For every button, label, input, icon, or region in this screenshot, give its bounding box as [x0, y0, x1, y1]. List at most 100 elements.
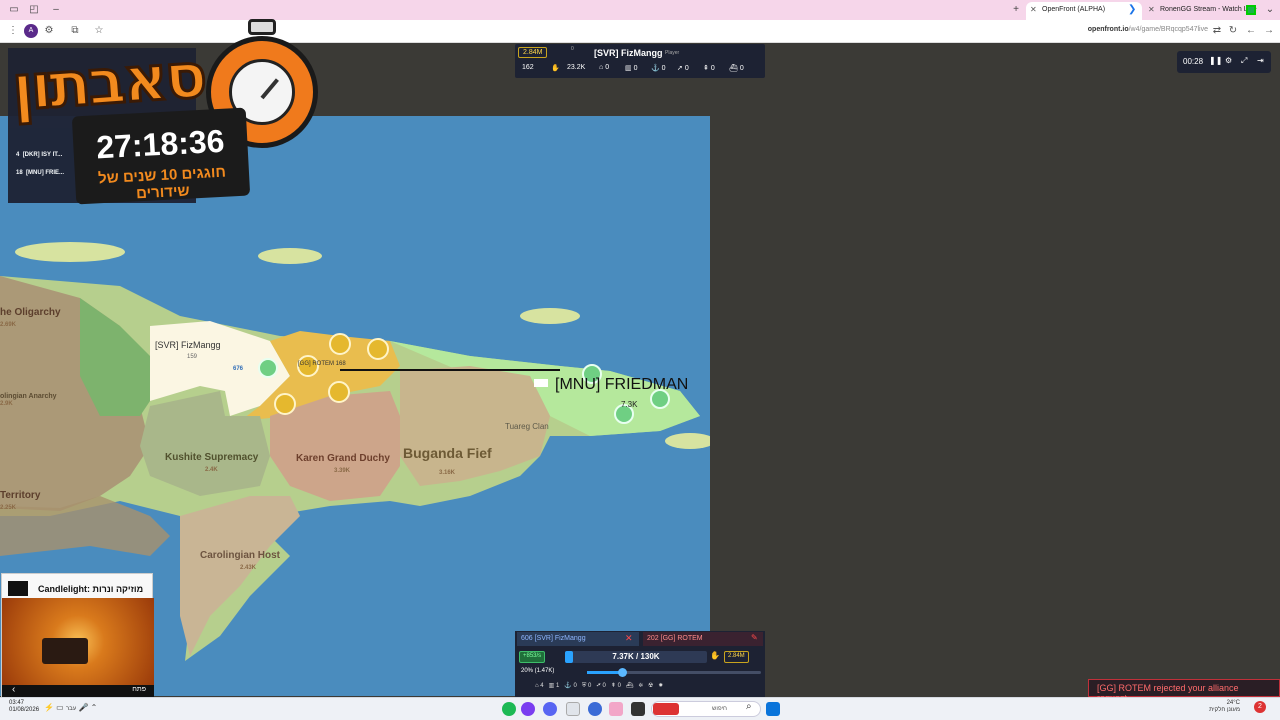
attack-ratio-slider-handle[interactable] — [617, 668, 627, 677]
build-port-button[interactable]: ▥ 1 — [549, 683, 560, 689]
attack-troop-count: 676 — [233, 366, 244, 372]
player-role: Player — [665, 50, 680, 56]
boat-icon[interactable] — [534, 379, 548, 387]
troops-icon: ✋ — [551, 65, 560, 72]
tab-ronengg[interactable]: ✕ RonenGG Stream - Watch Live — [1144, 2, 1260, 20]
fullscreen-icon[interactable]: ⤢ — [1241, 56, 1247, 66]
media-thumbnail[interactable] — [2, 598, 154, 685]
url-path: /w4/game/BRqcqp547live — [1128, 26, 1208, 33]
troops-small-label: 0 — [571, 46, 574, 52]
search-icon[interactable]: ⌕ — [746, 701, 752, 712]
gold-badge: 2.84M — [518, 47, 548, 58]
tab-label: OpenFront (ALPHA) — [1042, 6, 1106, 13]
browser-app-icon[interactable] — [609, 702, 623, 716]
map-label-kushite: Kushite Supremacy 2.4K — [165, 452, 259, 473]
troops-count: 23.2K — [567, 64, 586, 71]
open-button[interactable]: פתח — [132, 686, 146, 693]
defense-post-icon[interactable] — [274, 393, 296, 415]
notification-badge[interactable]: 2 — [1254, 701, 1266, 713]
browser-tab-bar: ▭ ◰ – + ✕ OpenFront (ALPHA) ❯ ✕ RonenGG … — [0, 0, 1280, 20]
defense-post-icon[interactable] — [329, 333, 351, 355]
forward-icon[interactable]: → — [1262, 24, 1276, 38]
countdown: 27:18:36 — [95, 122, 226, 166]
clock[interactable]: 03:47 01/08/2026 — [9, 700, 39, 714]
defense-post-icon[interactable] — [367, 338, 389, 360]
more-icon[interactable]: ⋮ — [6, 24, 20, 38]
leaderboard-row[interactable]: 4 [DKR] ISY IT... — [16, 152, 62, 158]
sam-icon[interactable]: ✲ — [639, 683, 643, 689]
close-tab-icon[interactable]: ✕ — [1148, 5, 1155, 14]
settings-icon[interactable]: ⚙ — [1225, 56, 1232, 65]
edge-icon[interactable] — [588, 702, 602, 716]
restore-icon[interactable]: ◰ — [26, 3, 42, 17]
extensions-icon[interactable]: ⚙ — [42, 24, 56, 38]
close-tab-icon[interactable]: ✕ — [1030, 5, 1037, 14]
media-widget[interactable]: Candlelight: מוזיקה ונרות ‹ פתח — [1, 573, 154, 697]
favorite-icon[interactable]: ☆ — [92, 24, 106, 38]
tabs-icon[interactable]: ⧉ — [68, 24, 82, 38]
city-icon[interactable] — [258, 358, 278, 378]
map-label-territory: Territory 2.25K — [0, 490, 41, 511]
build-silo-button[interactable]: ⇞ 0 — [611, 683, 621, 689]
build-city-button[interactable]: ⌂ 4 — [535, 683, 544, 689]
address-bar[interactable]: openfront.io/w4/game/BRqcqp547live — [1088, 26, 1208, 33]
island — [15, 242, 125, 262]
leaderboard-row[interactable]: 18 [MNU] FRIE... — [16, 170, 64, 176]
profile-icon[interactable]: A — [24, 24, 38, 38]
target-player-header[interactable]: 202 [GG] ROTEM — [643, 632, 763, 646]
tab-label: RonenGG Stream - Watch Live — [1160, 6, 1257, 13]
map-label-friedman[interactable]: [MNU] FRIEDMAN 7.3K — [555, 376, 688, 412]
map-label-tuareg: Tuareg Clan — [505, 422, 549, 431]
terminal-icon[interactable] — [631, 702, 645, 716]
build-menu: ⌂ 4 ▥ 1 ⚓ 0 ⛨ 0 ➚ 0 ⇞ 0 ⛴ ✲ ☢ ✹ — [535, 682, 663, 690]
url-host: openfront.io — [1087, 26, 1129, 33]
start-icon[interactable] — [766, 702, 780, 716]
build-anchor-button[interactable]: ⚓ 0 — [564, 683, 576, 689]
media-title: Candlelight: מוזיקה ונרות — [38, 584, 144, 594]
tab-list-icon[interactable]: ⌄ — [1262, 3, 1278, 17]
previous-icon[interactable]: ‹ — [12, 684, 15, 695]
build-defense-button[interactable]: ⛨ 0 — [582, 683, 592, 689]
media-logo-icon — [8, 581, 28, 596]
map-label-buganda: Buganda Fief 3.16K — [403, 445, 492, 476]
bomb-icon[interactable]: ✹ — [658, 683, 663, 689]
map-label-rotem[interactable]: [GG] ROTEM 168 — [298, 361, 346, 367]
build-missile-button[interactable]: ➚ 0 — [596, 683, 606, 689]
piano-silhouette — [42, 638, 88, 664]
window-menu-icon[interactable]: ▭ — [6, 3, 22, 17]
warship-count: ⛴ 0 — [729, 65, 744, 72]
tray-icons[interactable]: ⚡ ▭ עבר 🎤 ⌃ — [44, 703, 97, 712]
tab-openfront[interactable]: ✕ OpenFront (ALPHA) — [1026, 2, 1142, 20]
reload-icon[interactable]: ↻ — [1226, 24, 1240, 38]
spotify-icon[interactable] — [502, 702, 516, 716]
back-icon[interactable]: ← — [1244, 24, 1258, 38]
edit-icon[interactable]: ✎ — [751, 633, 758, 642]
attack-ratio-label: 20% (1.47K) — [521, 668, 555, 674]
map-label-carolingian-host: Carolingian Host 2.43K — [200, 550, 281, 571]
exit-icon[interactable]: ⇥ — [1257, 56, 1264, 65]
attack-ratio-slider-fill — [587, 671, 622, 674]
map-label-fizmangg[interactable]: [SVR] FizMangg 159 — [155, 340, 221, 360]
settings-icon[interactable] — [566, 702, 580, 716]
close-icon[interactable]: ✕ — [625, 633, 633, 644]
translate-icon[interactable]: ⇄ — [1210, 24, 1224, 38]
search-highlight-icon — [653, 703, 679, 715]
population-bar: 7.37K / 130K — [565, 651, 707, 663]
player-info-panel: 2.84M 0 [SVR] FizMangg Player 162 ✋ 23.2… — [515, 44, 765, 78]
anchor-count: ⚓ 0 — [651, 65, 666, 72]
control-panel: 606 [SVR] FizMangg ✕ 202 [GG] ROTEM ✎ +8… — [515, 631, 765, 697]
nuke-icon[interactable]: ☢ — [648, 683, 653, 689]
app-icon[interactable] — [521, 702, 535, 716]
game-controls: 00:28 ❚❚ ⚙ ⤢ ⇥ — [1177, 51, 1271, 73]
pause-icon[interactable]: ❚❚ — [1209, 56, 1222, 65]
stopwatch-crown-icon — [248, 19, 276, 35]
missile-count: ➚ 0 — [677, 65, 689, 72]
minimize-icon[interactable]: – — [48, 3, 64, 17]
new-tab-icon[interactable]: + — [1008, 3, 1024, 17]
defense-post-icon[interactable] — [328, 381, 350, 403]
attack-ratio-slider[interactable] — [587, 668, 761, 677]
weather-widget[interactable]: 24°C מעונן חלקית — [1209, 700, 1240, 714]
discord-icon[interactable] — [543, 702, 557, 716]
warship-icon[interactable]: ⛴ — [626, 683, 634, 689]
self-player-header[interactable]: 606 [SVR] FizMangg — [517, 632, 639, 646]
